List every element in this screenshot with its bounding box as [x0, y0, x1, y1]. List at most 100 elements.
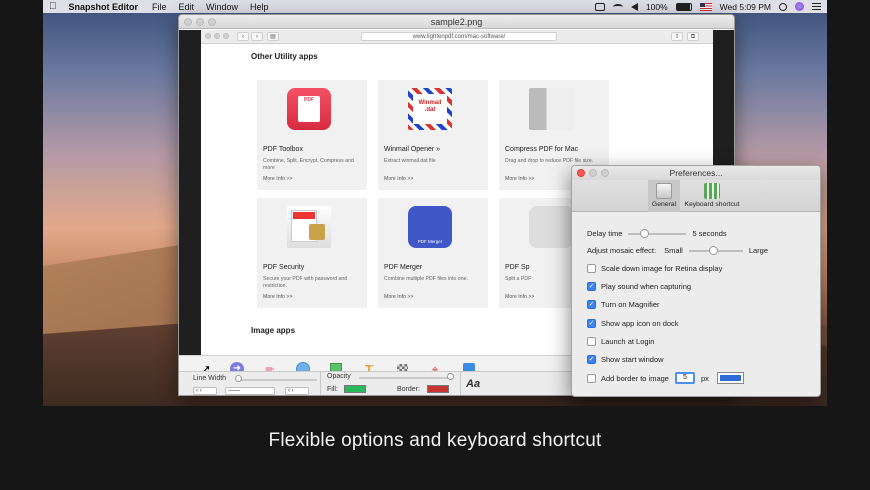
- play-sound-checkbox[interactable]: ✓: [587, 281, 596, 291]
- pdf-split-icon: [529, 206, 573, 248]
- volume-icon[interactable]: [630, 2, 638, 11]
- tab-keyboard-label: Keyboard shortcut: [684, 201, 740, 208]
- mosaic-row: Adjust mosaic effect: Small Large: [587, 244, 768, 256]
- card-more-link: More Info >>: [263, 294, 293, 300]
- card-more-link: More Info >>: [384, 294, 414, 300]
- toolbox-doc-label: PDF: [298, 96, 320, 122]
- line-width-stepper[interactable]: ‹ ›: [193, 387, 217, 395]
- battery-icon[interactable]: [675, 2, 692, 11]
- opacity-slider[interactable]: [359, 377, 449, 379]
- app-menu[interactable]: Snapshot Editor: [69, 2, 139, 12]
- share-icon: ⇧: [671, 32, 683, 41]
- card-name: Winmail Opener »: [384, 146, 441, 153]
- wifi-icon[interactable]: [612, 3, 623, 10]
- border-color-label: Border:: [397, 386, 420, 393]
- preferences-minimize-button[interactable]: [589, 169, 597, 177]
- arrow-style-stepper[interactable]: ‹ ›: [285, 387, 309, 395]
- card-name: PDF Sp: [505, 264, 530, 271]
- option-label: Show start window: [601, 354, 664, 364]
- preferences-titlebar: Preferences...: [572, 166, 820, 180]
- preferences-window-controls: [577, 169, 609, 177]
- status-area: 100% Wed 5:09 PM: [594, 1, 821, 12]
- close-button[interactable]: [184, 18, 192, 26]
- input-source-flag-icon[interactable]: [699, 2, 712, 11]
- option-add-border: Add border to image 5 px: [587, 371, 744, 385]
- window-controls: [184, 18, 216, 26]
- border-color-well[interactable]: [427, 385, 449, 393]
- mosaic-small-label: Small: [664, 245, 683, 255]
- camera-icon[interactable]: [594, 2, 605, 11]
- option-label: Scale down image for Retina display: [601, 263, 723, 273]
- minimize-button[interactable]: [196, 18, 204, 26]
- menu-help[interactable]: Help: [250, 2, 269, 12]
- browser-min-dot: [214, 33, 220, 39]
- opacity-label: Opacity: [327, 373, 351, 380]
- option-play-sound[interactable]: ✓ Play sound when capturing: [587, 280, 691, 292]
- compress-pdf-icon: [529, 88, 573, 130]
- menu-window[interactable]: Window: [206, 2, 238, 12]
- siri-icon[interactable]: [795, 2, 804, 11]
- opacity-slider-knob[interactable]: [447, 373, 454, 380]
- option-launch-login[interactable]: Launch at Login: [587, 335, 654, 347]
- tab-keyboard-shortcut[interactable]: Keyboard shortcut: [680, 180, 744, 212]
- card-desc: Extract winmail.dat file: [384, 158, 436, 164]
- start-window-checkbox[interactable]: ✓: [587, 354, 596, 364]
- menu-edit[interactable]: Edit: [179, 2, 195, 12]
- preferences-zoom-button[interactable]: [601, 169, 609, 177]
- font-button[interactable]: Aa: [466, 378, 480, 390]
- winmail-label: Winmail .dat: [413, 94, 447, 124]
- border-unit-label: px: [700, 373, 709, 383]
- border-width-field[interactable]: 5: [674, 372, 695, 384]
- app-card: PDF Merger PDF Merger Combine multiple P…: [378, 198, 488, 308]
- add-border-checkbox[interactable]: [587, 373, 596, 383]
- option-label: Show app icon on dock: [601, 318, 679, 328]
- line-style-select[interactable]: ――: [225, 387, 275, 395]
- back-icon: ‹: [237, 32, 249, 41]
- delay-slider-knob[interactable]: [640, 229, 650, 238]
- option-dock-icon[interactable]: ✓ Show app icon on dock: [587, 317, 679, 329]
- magnifier-checkbox[interactable]: ✓: [587, 299, 596, 309]
- apple-menu-icon[interactable]: : [49, 1, 57, 12]
- spotlight-search-icon[interactable]: [779, 2, 787, 11]
- general-switch-icon: [656, 183, 672, 199]
- option-start-window[interactable]: ✓ Show start window: [587, 353, 664, 365]
- option-scale-retina[interactable]: Scale down image for Retina display: [587, 262, 722, 274]
- delay-row: Delay time 5 seconds: [587, 227, 727, 239]
- scale-retina-checkbox[interactable]: [587, 263, 596, 273]
- dock-icon-checkbox[interactable]: ✓: [587, 318, 596, 328]
- card-desc: Drag and drop to reduce PDF file size.: [505, 158, 594, 164]
- app-card: Winmail .dat Winmail Opener » Extract wi…: [378, 80, 488, 190]
- mosaic-slider[interactable]: [688, 245, 743, 255]
- notification-center-icon[interactable]: [812, 3, 821, 10]
- line-width-slider[interactable]: [237, 379, 317, 381]
- preferences-close-button[interactable]: [577, 169, 585, 177]
- zoom-button[interactable]: [208, 18, 216, 26]
- border-color-well[interactable]: [716, 372, 744, 384]
- launch-login-checkbox[interactable]: [587, 336, 596, 346]
- clock[interactable]: Wed 5:09 PM: [720, 2, 771, 12]
- browser-zoom-dot: [223, 33, 229, 39]
- pdf-security-icon: [287, 206, 331, 248]
- pdf-merger-icon: PDF Merger: [408, 206, 452, 248]
- sidebar-icon: ▤: [267, 32, 279, 41]
- line-width-label: Line Width: [193, 375, 227, 382]
- menu-file[interactable]: File: [152, 2, 167, 12]
- fill-label: Fill:: [327, 386, 338, 393]
- card-desc: Combine multiple PDF files into one.: [384, 276, 468, 282]
- tab-general[interactable]: General: [648, 180, 680, 212]
- card-more-link: More Info >>: [263, 176, 293, 182]
- browser-chrome: ‹ › ▤ www.lightenpdf.com/mac-software/ ⇧…: [201, 30, 713, 44]
- forward-icon: ›: [251, 32, 263, 41]
- option-label: Play sound when capturing: [601, 281, 692, 291]
- app-card: PDF Security Secure your PDF with passwo…: [257, 198, 367, 308]
- fill-color-well[interactable]: [344, 385, 366, 393]
- battery-percent: 100%: [645, 1, 668, 12]
- line-width-slider-knob[interactable]: [235, 375, 242, 382]
- card-name: PDF Merger: [384, 264, 423, 271]
- option-label: Turn on Magnifier: [601, 299, 660, 309]
- tabs-icon: ⧉: [687, 32, 699, 41]
- mosaic-slider-knob[interactable]: [708, 246, 718, 255]
- add-border-label: Add border to image: [601, 373, 669, 383]
- option-magnifier[interactable]: ✓ Turn on Magnifier: [587, 298, 660, 310]
- delay-slider[interactable]: [628, 228, 687, 238]
